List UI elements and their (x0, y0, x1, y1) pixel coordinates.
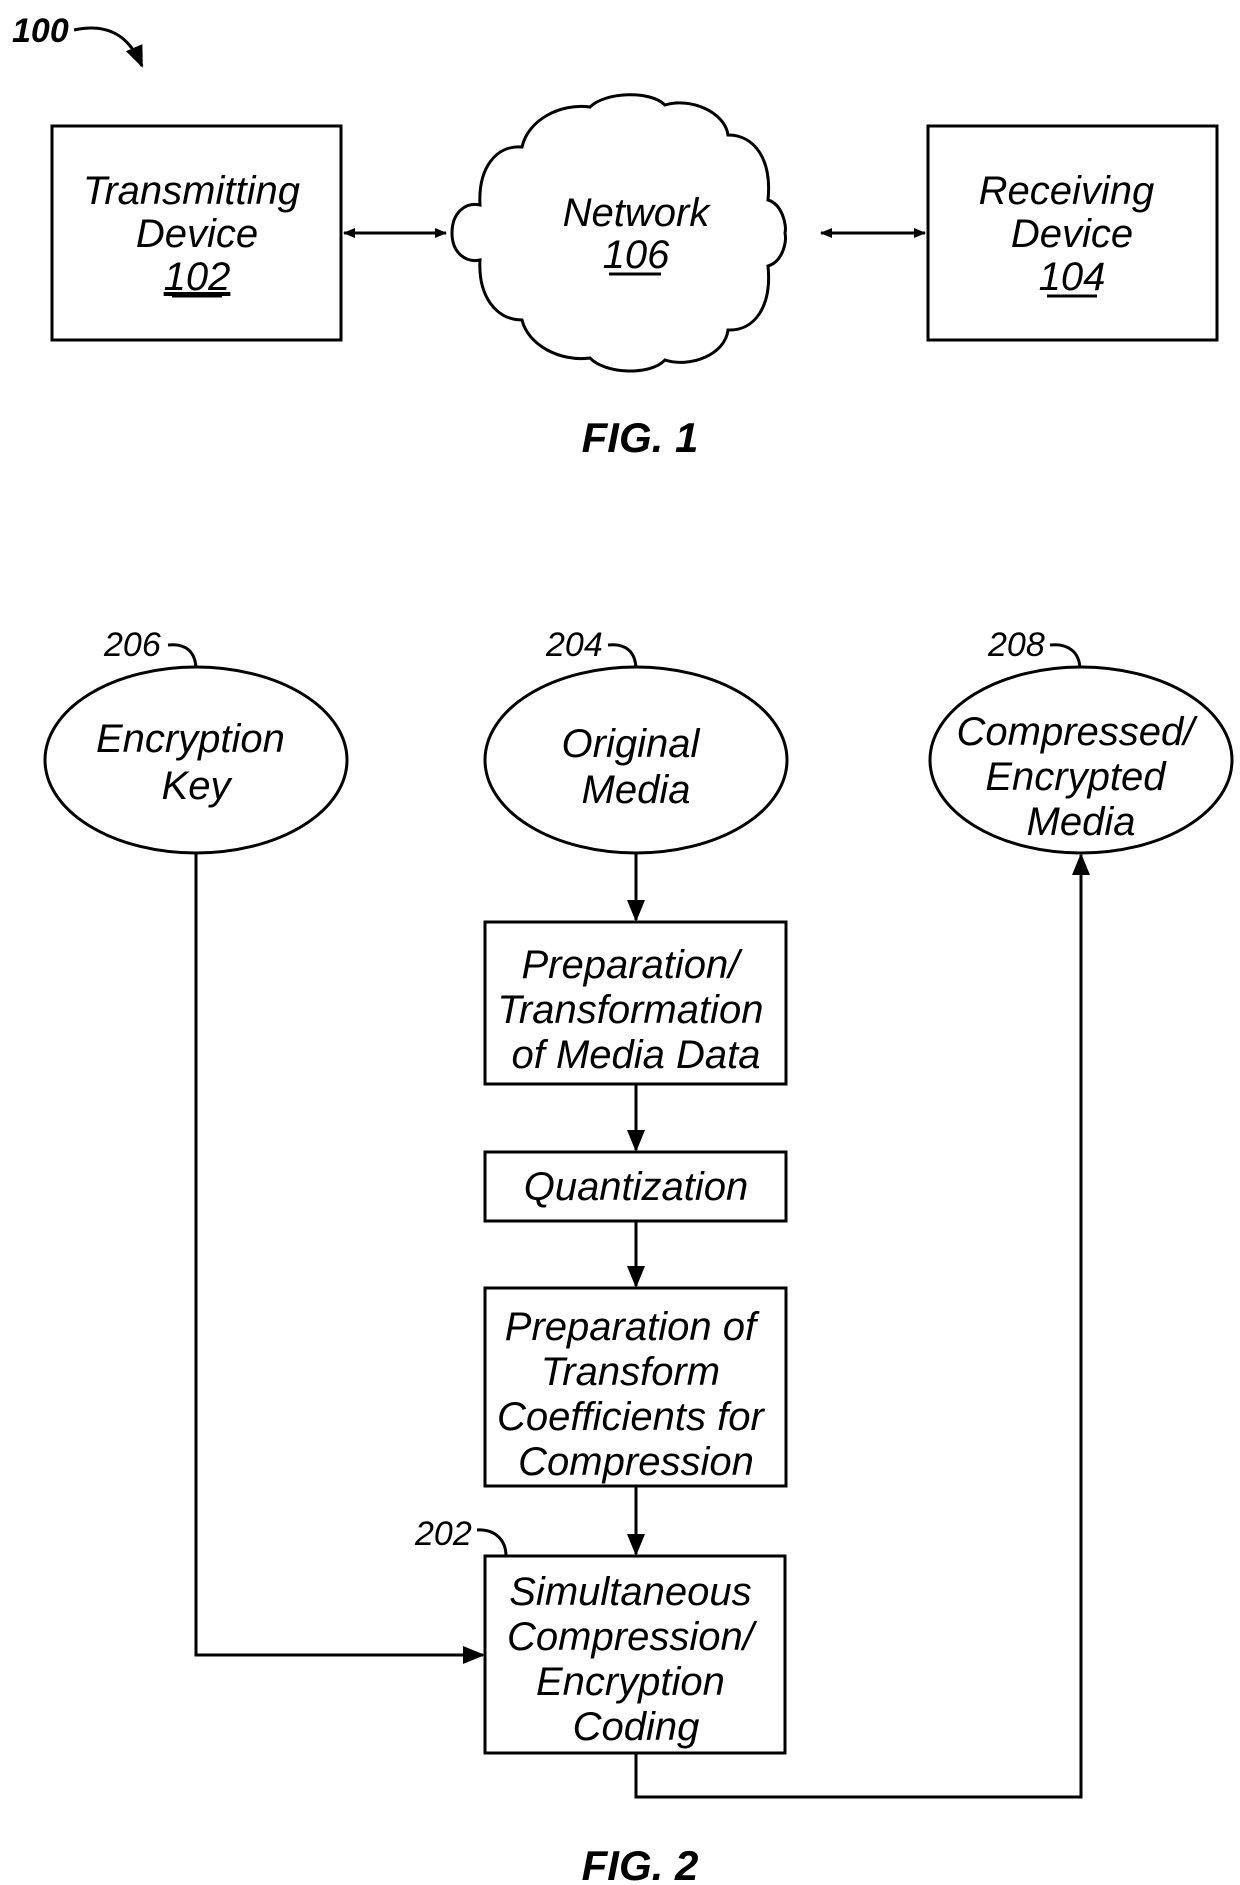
step-preparation-coefficients: Preparation of Transform Coefficients fo… (483, 1286, 788, 1488)
fig2: 206 Encryption Key 204 Original Media 20… (43, 626, 1234, 1885)
step-quantization: Quantization (483, 1150, 788, 1223)
fig2-caption: FIG. 2 (582, 1842, 699, 1885)
transmitting-device-box: Transmitting Device 102 (50, 124, 343, 342)
step-preparation-transformation: Preparation/ Transformation of Media Dat… (483, 920, 788, 1086)
transmitting-device-ref: 102 (164, 255, 231, 299)
original-media-ref: 204 (545, 626, 603, 664)
step-202-ref: 202 (414, 1515, 472, 1553)
encryption-key-node: 206 Encryption Key (43, 626, 349, 855)
receiving-device-box: Receiving Device 104 (926, 124, 1219, 342)
ref-leader (476, 1528, 508, 1557)
encryption-key-ref: 206 (103, 626, 161, 664)
network-ref: 106 (603, 233, 670, 277)
compressed-encrypted-media-node: 208 Compressed/ Encrypted Media (928, 626, 1234, 855)
network-cloud: Network 106 (450, 93, 787, 373)
receiving-device-ref: 104 (1039, 255, 1106, 299)
ref-pointer-arrow (73, 26, 144, 68)
network-label: Network (563, 191, 712, 235)
compressed-media-ref: 208 (987, 626, 1045, 664)
patent-figures: 100 Transmitting Device 102 Network 106 (12, 12, 1234, 1885)
step-label: Preparation of Transform Coefficients fo… (497, 1305, 775, 1484)
step-label: Preparation/ Transformation of Media Dat… (497, 943, 774, 1077)
fig1-caption: FIG. 1 (582, 414, 699, 461)
fig1: 100 Transmitting Device 102 Network 106 (12, 12, 1219, 461)
original-media-node: 204 Original Media (483, 626, 789, 855)
step-simultaneous-coding: 202 Simultaneous Compression/ Encryption… (414, 1515, 787, 1755)
step-label: Quantization (524, 1165, 749, 1209)
fig1-ref-label: 100 (12, 12, 69, 50)
